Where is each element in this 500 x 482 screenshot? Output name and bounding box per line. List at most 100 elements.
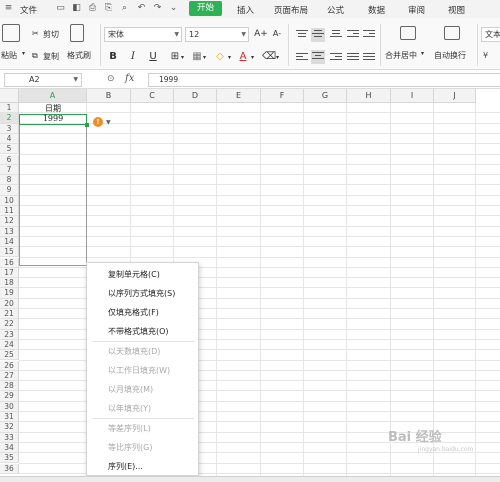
fill-color-icon[interactable]: ◇	[213, 50, 227, 64]
row-header-6[interactable]: 6	[0, 154, 19, 165]
row-header-25[interactable]: 25	[0, 350, 19, 361]
tab-page-layout[interactable]: 页面布局	[274, 4, 308, 16]
font-grow-button[interactable]: A+	[254, 27, 268, 41]
paste-dropdown-icon[interactable]: ▾	[22, 50, 25, 57]
row-header-16[interactable]: 16	[0, 257, 19, 268]
menu-item-fill-without-formatting[interactable]: 不带格式填充(O)	[108, 326, 169, 337]
align-bottom-icon[interactable]	[330, 30, 342, 40]
row-header-22[interactable]: 22	[0, 319, 19, 330]
italic-button[interactable]: I	[126, 50, 140, 64]
currency-icon[interactable]: ¥	[483, 51, 488, 60]
row-header-30[interactable]: 30	[0, 401, 19, 412]
row-header-10[interactable]: 10	[0, 195, 19, 206]
row-header-18[interactable]: 18	[0, 278, 19, 289]
justify-icon[interactable]	[347, 53, 359, 63]
align-center-icon[interactable]	[311, 50, 325, 64]
cell-style-dropdown-icon[interactable]: ▾	[203, 54, 206, 61]
column-header-h[interactable]: H	[347, 89, 391, 103]
row-header-20[interactable]: 20	[0, 298, 19, 309]
column-header-a[interactable]: A	[19, 89, 87, 103]
row-header-32[interactable]: 32	[0, 422, 19, 433]
row-header-17[interactable]: 17	[0, 267, 19, 279]
tab-data[interactable]: 数据	[368, 4, 385, 16]
quick-access-dropdown-icon[interactable]: ⌄	[168, 3, 179, 14]
cell-a2[interactable]: 1999	[19, 114, 87, 124]
tab-insert[interactable]: 插入	[237, 4, 254, 16]
paste-button[interactable]	[2, 24, 20, 46]
merge-dropdown-icon[interactable]: ▾	[421, 50, 424, 57]
font-size-select[interactable]: 12 ▼	[185, 27, 249, 42]
cell-a1[interactable]: 日期	[19, 104, 87, 114]
wrap-text-icon[interactable]	[444, 26, 460, 44]
row-header-27[interactable]: 27	[0, 370, 19, 382]
save-icon[interactable]: ◧	[71, 3, 82, 14]
row-header-7[interactable]: 7	[0, 164, 19, 176]
row-header-24[interactable]: 24	[0, 339, 19, 351]
column-header-b[interactable]: B	[87, 89, 131, 103]
number-format-select[interactable]: 文本	[481, 27, 500, 42]
column-header-g[interactable]: G	[304, 89, 347, 103]
border-dropdown-icon[interactable]: ▾	[181, 54, 184, 61]
copy-icon[interactable]: ⧉	[32, 51, 38, 61]
row-header-21[interactable]: 21	[0, 309, 19, 320]
row-header-9[interactable]: 9	[0, 185, 19, 196]
row-header-14[interactable]: 14	[0, 236, 19, 248]
undo-icon[interactable]: ↶	[136, 3, 147, 14]
formula-input[interactable]: 1999	[148, 73, 500, 87]
hamburger-menu-icon[interactable]: ≡	[3, 3, 14, 14]
redo-icon[interactable]: ↷	[152, 3, 163, 14]
row-header-29[interactable]: 29	[0, 391, 19, 402]
row-header-26[interactable]: 26	[0, 360, 19, 371]
align-right-icon[interactable]	[330, 53, 342, 63]
underline-button[interactable]: U	[146, 50, 160, 64]
menu-item-series-dialog[interactable]: 序列(E)...	[108, 461, 143, 472]
autofill-options-button[interactable]: ! ▼	[93, 117, 111, 127]
row-header-28[interactable]: 28	[0, 381, 19, 392]
row-header-1[interactable]: 1	[0, 103, 19, 114]
column-header-c[interactable]: C	[131, 89, 174, 103]
row-header-34[interactable]: 34	[0, 442, 19, 454]
open-folder-icon[interactable]: ▭	[55, 3, 66, 14]
row-header-13[interactable]: 13	[0, 226, 19, 237]
align-middle-icon[interactable]	[311, 28, 325, 42]
copy-button[interactable]: 复制	[43, 51, 59, 62]
fill-color-dropdown-icon[interactable]: ▾	[228, 54, 231, 61]
menu-file[interactable]: 文件	[20, 4, 37, 16]
spreadsheet-grid[interactable]: ABCDEFGHIJ 1 2 3 4 5 6 7 8 9 10 11 12 13 14 15 16 17 18 19…	[0, 89, 500, 482]
bold-button[interactable]: B	[106, 50, 120, 64]
row-header-4[interactable]: 4	[0, 133, 19, 145]
row-header-36[interactable]: 36	[0, 463, 19, 474]
zoom-formula-icon[interactable]: ⊙	[107, 74, 115, 84]
tab-review[interactable]: 审阅	[408, 4, 425, 16]
align-top-icon[interactable]	[296, 30, 308, 40]
name-box[interactable]: A2 ▼	[4, 73, 82, 87]
clear-eraser-icon[interactable]: ⌫	[262, 50, 276, 64]
menu-item-copy-cells[interactable]: 复制单元格(C)	[108, 269, 160, 280]
tab-view[interactable]: 视图	[448, 4, 465, 16]
row-header-23[interactable]: 23	[0, 329, 19, 340]
menu-item-fill-formatting-only[interactable]: 仅填充格式(F)	[108, 307, 159, 318]
font-shrink-button[interactable]: A-	[270, 27, 284, 41]
row-header-31[interactable]: 31	[0, 412, 19, 423]
row-header-12[interactable]: 12	[0, 216, 19, 227]
column-header-e[interactable]: E	[217, 89, 261, 103]
clear-dropdown-icon[interactable]: ▾	[276, 54, 279, 61]
distributed-align-icon[interactable]	[363, 53, 375, 63]
format-painter-button[interactable]	[70, 24, 84, 46]
insert-function-button[interactable]: fx	[125, 73, 134, 84]
wrap-text-button[interactable]: 自动换行	[434, 50, 466, 61]
row-header-5[interactable]: 5	[0, 144, 19, 155]
print-preview-icon[interactable]: ⌕	[119, 3, 130, 14]
row-header-35[interactable]: 35	[0, 453, 19, 464]
merge-center-icon[interactable]	[400, 26, 416, 44]
indent-increase-icon[interactable]	[363, 30, 375, 40]
select-all-corner[interactable]	[0, 89, 19, 103]
cut-icon[interactable]: ✂	[32, 29, 39, 38]
menu-item-fill-series[interactable]: 以序列方式填充(S)	[108, 288, 175, 299]
row-header-11[interactable]: 11	[0, 206, 19, 217]
row-header-15[interactable]: 15	[0, 247, 19, 258]
column-header-d[interactable]: D	[174, 89, 217, 103]
tab-formulas[interactable]: 公式	[327, 4, 344, 16]
indent-decrease-icon[interactable]	[347, 30, 359, 40]
export-icon[interactable]: ⎙	[87, 3, 98, 14]
